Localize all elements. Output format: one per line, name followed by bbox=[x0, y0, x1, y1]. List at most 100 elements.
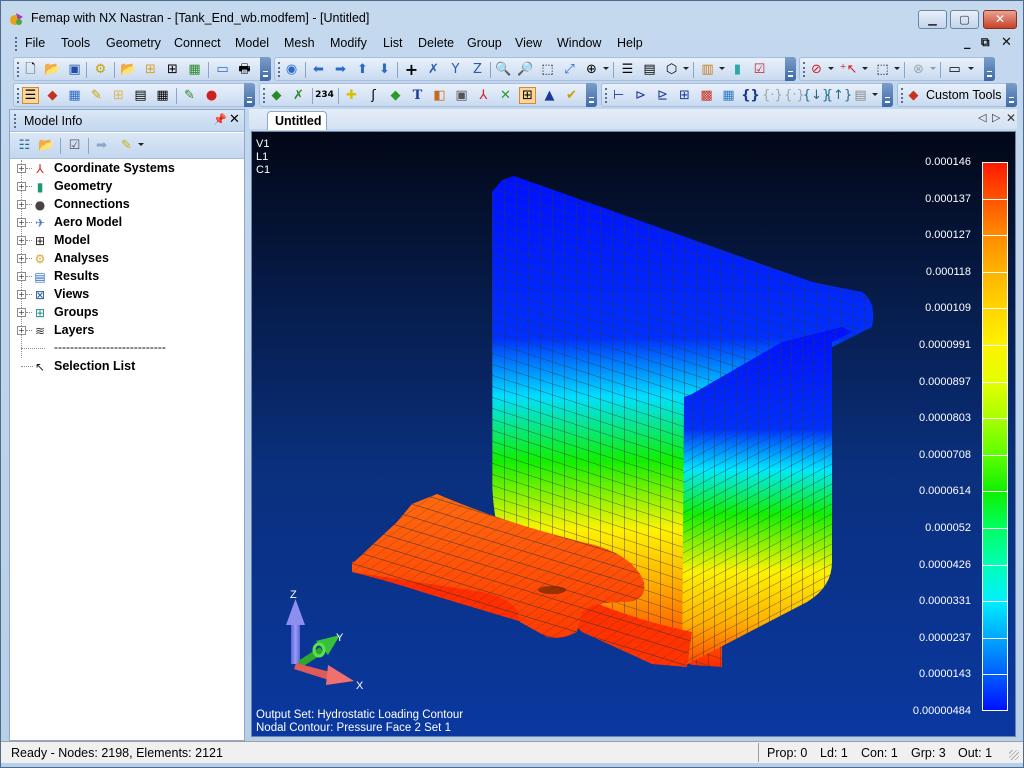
data-table-icon[interactable]: ⊞ bbox=[110, 87, 127, 104]
solids-icon[interactable]: ▣ bbox=[453, 87, 470, 104]
mesh-grid-icon[interactable]: ⊞ bbox=[676, 87, 693, 104]
meshing-toolbox-icon[interactable]: ◆ bbox=[44, 87, 61, 104]
toolbar-grip[interactable] bbox=[605, 88, 607, 103]
menu-tools[interactable]: Tools bbox=[61, 36, 90, 50]
deform-icon[interactable]: ⊢ bbox=[610, 87, 627, 104]
tree-item-model[interactable]: + ⊞ Model bbox=[10, 232, 244, 250]
select-none-icon[interactable]: ⊘ bbox=[808, 61, 825, 78]
constraints-icon[interactable]: ✔ bbox=[563, 87, 580, 104]
custom-tools-icon[interactable]: ◆ bbox=[905, 87, 922, 104]
graphics-viewport[interactable]: V1 L1 C1 Z Y X 0.000146 0.000137 0.00012… bbox=[251, 131, 1016, 737]
menu-modify[interactable]: Modify bbox=[330, 36, 367, 50]
expand-icon[interactable]: + bbox=[17, 290, 26, 299]
select-disabled-dropdown-arrow[interactable] bbox=[930, 67, 936, 70]
menu-file[interactable]: File bbox=[25, 36, 45, 50]
contour-icon[interactable]: ▩ bbox=[698, 87, 715, 104]
menu-model[interactable]: Model bbox=[235, 36, 269, 50]
toolbar-options-button[interactable] bbox=[586, 83, 597, 107]
new-file-icon[interactable]: 🗋 bbox=[22, 61, 39, 78]
view-options-icon[interactable]: ▤ bbox=[641, 61, 658, 78]
mdi-close-button[interactable]: ✕ bbox=[1001, 35, 1012, 50]
resize-grip[interactable] bbox=[1009, 750, 1019, 760]
menubar-grip[interactable] bbox=[15, 37, 17, 51]
labels-icon[interactable]: 234 bbox=[315, 87, 334, 104]
toolbar-options-button[interactable] bbox=[785, 57, 796, 81]
expand-tree-icon[interactable]: ☷ bbox=[16, 137, 33, 154]
toolbar-options-button[interactable] bbox=[882, 83, 893, 107]
tree-item-coordinate-systems[interactable]: + ⅄ Coordinate Systems bbox=[10, 160, 244, 178]
rotate-right-icon[interactable]: ➡ bbox=[332, 61, 349, 78]
color-table-icon[interactable]: ▦ bbox=[186, 61, 203, 78]
braces-down-icon[interactable]: {↓} bbox=[803, 87, 830, 104]
tab-untitled[interactable]: Untitled bbox=[267, 111, 327, 130]
checkbox-window-icon[interactable]: ☑ bbox=[751, 61, 768, 78]
elements-icon[interactable]: ⊞ bbox=[519, 87, 536, 104]
volumes-icon[interactable]: ◧ bbox=[431, 87, 448, 104]
select-box-icon[interactable]: ⬚ bbox=[874, 61, 891, 78]
rotate-z-icon[interactable]: Z bbox=[469, 61, 486, 78]
toolbar-grip[interactable] bbox=[278, 62, 280, 77]
select-add-dropdown-arrow[interactable] bbox=[862, 67, 868, 70]
select-disabled-icon[interactable]: ⊗ bbox=[910, 61, 927, 78]
toolbar-options-button[interactable] bbox=[260, 57, 271, 81]
save-icon[interactable]: ▣ bbox=[66, 61, 83, 78]
toolbar-grip[interactable] bbox=[901, 88, 903, 103]
rotate-up-icon[interactable]: ⬆ bbox=[354, 61, 371, 78]
close-button[interactable]: ✕ bbox=[983, 10, 1017, 29]
loads-icon[interactable]: ▲ bbox=[541, 87, 558, 104]
panel-close-icon[interactable]: ✕ bbox=[229, 112, 240, 127]
toolbar-grip[interactable] bbox=[17, 88, 19, 103]
expand-icon[interactable]: + bbox=[17, 200, 26, 209]
rotate-down-icon[interactable]: ⬇ bbox=[376, 61, 393, 78]
toolbar-options-button[interactable] bbox=[984, 57, 995, 81]
rotate-view-icon[interactable]: ◉ bbox=[283, 61, 300, 78]
zoom-box-icon[interactable]: ⬚ bbox=[539, 61, 556, 78]
api-programming-icon[interactable]: ✎ bbox=[181, 87, 198, 104]
coord-sys-icon[interactable]: ⅄ bbox=[475, 87, 492, 104]
menu-view[interactable]: View bbox=[515, 36, 542, 50]
points-icon[interactable]: ✚ bbox=[343, 87, 360, 104]
tree-item-views[interactable]: + ⊠ Views bbox=[10, 286, 244, 304]
expand-icon[interactable]: + bbox=[17, 218, 26, 227]
tree-item-groups[interactable]: + ⊞ Groups bbox=[10, 304, 244, 322]
tab-close-icon[interactable]: ✕ bbox=[1006, 111, 1016, 125]
report-dropdown-arrow[interactable] bbox=[872, 93, 878, 96]
measure-dropdown-arrow[interactable] bbox=[719, 67, 725, 70]
view-select-icon[interactable]: ☰ bbox=[619, 61, 636, 78]
rotate-x-icon[interactable]: ✗ bbox=[425, 61, 442, 78]
magnify-icon[interactable]: ⊕ bbox=[583, 61, 600, 78]
entity-info-icon[interactable]: ● bbox=[203, 87, 220, 104]
tree-item-connections[interactable]: + ● Connections bbox=[10, 196, 244, 214]
report-icon[interactable]: ▤ bbox=[852, 87, 869, 104]
rotate-y-icon[interactable]: Y bbox=[447, 61, 464, 78]
hide-entities-icon[interactable]: ✗ bbox=[290, 87, 307, 104]
menu-mesh[interactable]: Mesh bbox=[284, 36, 315, 50]
checklist-icon[interactable]: ☑ bbox=[66, 137, 83, 154]
menu-group[interactable]: Group bbox=[467, 36, 502, 50]
braces-up-icon[interactable]: {↑} bbox=[825, 87, 852, 104]
tree-item-results[interactable]: + ▤ Results bbox=[10, 268, 244, 286]
view-style-dropdown-arrow[interactable] bbox=[683, 67, 689, 70]
autoscale-icon[interactable]: ⤢ bbox=[561, 61, 578, 78]
expand-icon[interactable]: + bbox=[17, 236, 26, 245]
messages-icon[interactable]: ▤ bbox=[132, 87, 149, 104]
menu-delete[interactable]: Delete bbox=[418, 36, 454, 50]
show-entities-icon[interactable]: ◆ bbox=[268, 87, 285, 104]
model-info-pane-icon[interactable]: ☰ bbox=[22, 87, 39, 104]
preferences-gear-icon[interactable]: ⚙ bbox=[92, 61, 109, 78]
mdi-restore-button[interactable]: ⧉ bbox=[981, 35, 990, 50]
expand-icon[interactable]: + bbox=[17, 308, 26, 317]
zoom-in-icon[interactable]: 🔍 bbox=[495, 61, 512, 78]
expand-icon[interactable]: + bbox=[17, 326, 26, 335]
toolbar-options-button[interactable] bbox=[244, 83, 255, 107]
rotate-left-icon[interactable]: ⬅ bbox=[310, 61, 327, 78]
deform-animate-icon[interactable]: ⊳ bbox=[632, 87, 649, 104]
open-folder-icon[interactable]: 📂 bbox=[38, 137, 55, 154]
nodes-icon[interactable]: ✕ bbox=[497, 87, 514, 104]
window-frame-icon[interactable]: ▭ bbox=[946, 61, 963, 78]
insert-table-icon[interactable]: ⊞ bbox=[164, 61, 181, 78]
tree-item-geometry[interactable]: + ▮ Geometry bbox=[10, 178, 244, 196]
import-icon[interactable]: 📂 bbox=[120, 61, 137, 78]
menu-help[interactable]: Help bbox=[617, 36, 643, 50]
window-frame-dropdown-arrow[interactable] bbox=[968, 67, 974, 70]
